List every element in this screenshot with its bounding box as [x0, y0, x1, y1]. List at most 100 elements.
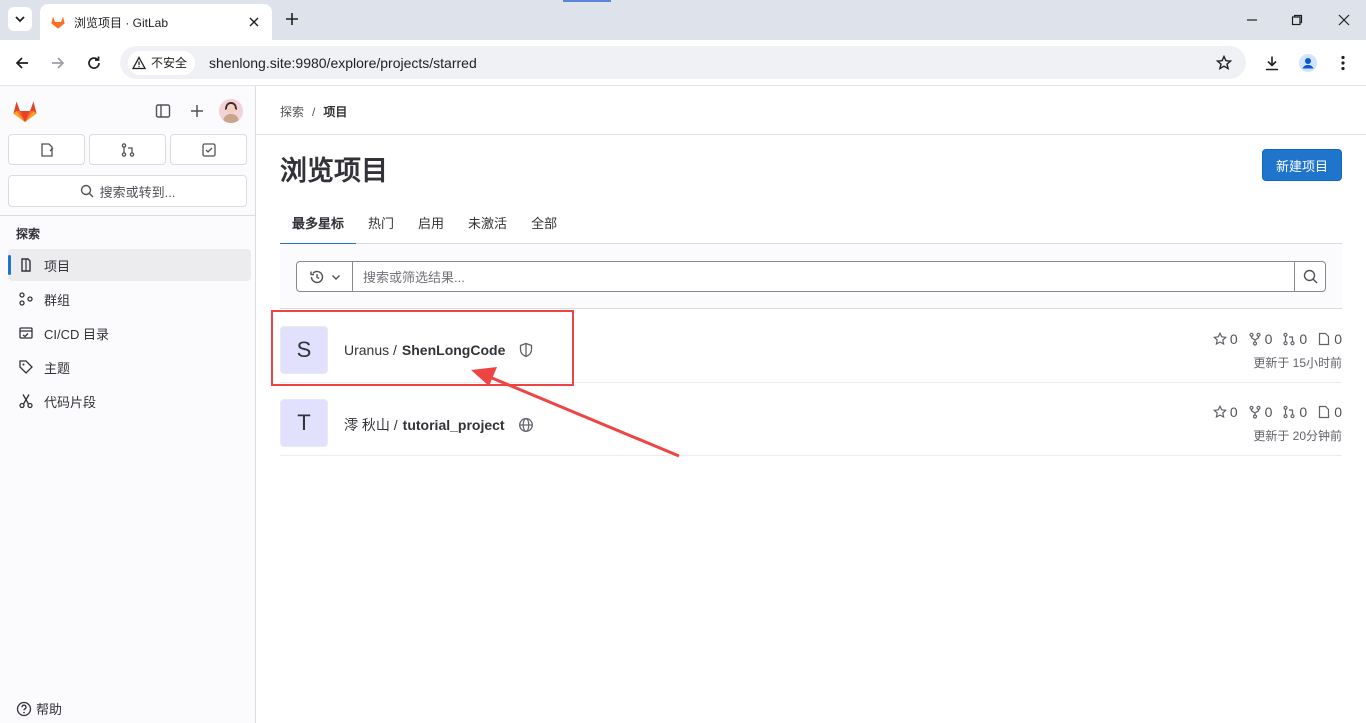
tab-title: 浏览项目 · GitLab: [74, 15, 169, 30]
search-icon: [80, 184, 94, 198]
sidebar-item-projects[interactable]: 项目: [8, 249, 251, 281]
back-button[interactable]: [12, 53, 32, 73]
url-text[interactable]: shenlong.site:9980/explore/projects/star…: [209, 55, 1216, 71]
tab-trending[interactable]: 热门: [356, 200, 406, 244]
issue-count[interactable]: 0: [1317, 404, 1342, 420]
close-tab-button[interactable]: [246, 14, 262, 30]
security-label: 不安全: [151, 56, 188, 70]
project-icon: [17, 257, 35, 273]
page-title: 浏览项目: [280, 156, 388, 186]
new-tab-button[interactable]: [282, 9, 302, 29]
star-count[interactable]: 0: [1212, 331, 1238, 347]
sidebar-divider: [0, 215, 255, 216]
breadcrumb-projects[interactable]: 项目: [323, 103, 347, 120]
fork-count[interactable]: 0: [1248, 331, 1273, 347]
project-avatar[interactable]: T: [280, 399, 328, 447]
filter-bar: 搜索或筛选结果...: [280, 244, 1342, 309]
tab-all[interactable]: 全部: [519, 200, 569, 244]
breadcrumb-divider: [256, 134, 1366, 135]
sidebar-search-button[interactable]: 搜索或转到...: [8, 175, 247, 207]
search-input[interactable]: 搜索或筛选结果...: [353, 267, 1294, 286]
sidebar-item-label: 群组: [44, 292, 71, 308]
gitlab-logo[interactable]: [12, 98, 38, 124]
project-stats: 0 0 0 0: [1212, 404, 1342, 420]
recent-searches-button[interactable]: [297, 262, 353, 291]
fork-count-value: 0: [1264, 331, 1273, 347]
tab-inactive[interactable]: 未激活: [456, 200, 519, 244]
search-submit-button[interactable]: [1294, 262, 1325, 291]
sidebar-item-label: 代码片段: [44, 394, 97, 410]
profile-button[interactable]: [1298, 53, 1318, 73]
toggle-sidebar-button[interactable]: [154, 102, 172, 120]
merge-request-icon: [1283, 332, 1296, 346]
new-project-button[interactable]: 新建项目: [1262, 149, 1342, 181]
forward-button[interactable]: [48, 53, 68, 73]
breadcrumb-separator: /: [312, 104, 316, 119]
issues-icon: [40, 142, 53, 157]
arrow-left-icon: [15, 57, 28, 69]
breadcrumb-explore[interactable]: 探索: [280, 103, 304, 120]
todo-icon: [201, 142, 216, 157]
updated-time: 更新于 20分钟前: [1253, 429, 1342, 443]
reload-button[interactable]: [84, 53, 104, 73]
fork-count-value: 0: [1264, 404, 1273, 420]
project-name[interactable]: 澪 秋山 / tutorial_project: [344, 415, 534, 435]
star-icon: [1216, 54, 1232, 70]
browser-menu-button[interactable]: [1333, 53, 1353, 73]
merge-request-count[interactable]: 0: [1282, 404, 1307, 420]
project-namespace: 澪 秋山 /: [344, 417, 398, 433]
breadcrumb: 探索 / 项目: [280, 103, 347, 120]
gitlab-favicon-icon: [51, 16, 65, 29]
chevron-down-icon: [331, 274, 340, 280]
account-icon: [1299, 54, 1317, 72]
star-count[interactable]: 0: [1212, 404, 1238, 420]
sidebar: 搜索或转到... 探索 项目 群组 CI/CD 目录 主题 代码片段 帮助: [0, 86, 256, 723]
create-new-button[interactable]: [188, 102, 206, 120]
sidebar-toggle-icon: [155, 104, 171, 118]
tab-search-button[interactable]: [8, 7, 32, 31]
project-title[interactable]: tutorial_project: [403, 417, 505, 433]
bookmark-star-button[interactable]: [1216, 54, 1232, 71]
user-avatar[interactable]: [219, 99, 243, 123]
todos-button[interactable]: [170, 134, 247, 165]
browser-toolbar: 不安全 shenlong.site:9980/explore/projects/…: [0, 40, 1366, 86]
merge-request-count[interactable]: 0: [1282, 331, 1307, 347]
address-bar[interactable]: 不安全 shenlong.site:9980/explore/projects/…: [120, 46, 1246, 79]
minimize-icon: [1247, 19, 1257, 21]
star-count-value: 0: [1229, 331, 1238, 347]
sidebar-item-groups[interactable]: 群组: [8, 283, 251, 315]
project-row[interactable]: T 澪 秋山 / tutorial_project 0 0 0 0 更新于 20…: [280, 383, 1342, 456]
warning-icon: [132, 55, 146, 69]
more-vertical-icon: [1341, 55, 1345, 71]
help-label: 帮助: [36, 702, 63, 717]
label-icon: [17, 359, 35, 375]
chevron-down-icon: [15, 16, 25, 23]
sidebar-item-catalog[interactable]: CI/CD 目录: [8, 317, 251, 349]
fork-count[interactable]: 0: [1248, 404, 1273, 420]
tab-most-starred[interactable]: 最多星标: [280, 200, 357, 245]
merge-request-icon: [1283, 405, 1296, 419]
sidebar-item-topics[interactable]: 主题: [8, 351, 251, 383]
help-button[interactable]: 帮助: [16, 699, 62, 718]
assigned-issues-button[interactable]: [8, 134, 85, 165]
minimize-button[interactable]: [1242, 10, 1262, 30]
restore-button[interactable]: [1287, 10, 1307, 30]
search-icon: [1303, 269, 1317, 284]
browser-tab-bar: 浏览项目 · GitLab: [0, 0, 1366, 40]
issue-count[interactable]: 0: [1317, 331, 1342, 347]
close-window-button[interactable]: [1334, 10, 1354, 30]
gitlab-logo-icon: [13, 101, 37, 122]
site-security-chip[interactable]: 不安全: [128, 50, 196, 75]
merge-request-icon: [121, 142, 134, 157]
tab-active[interactable]: 启用: [406, 200, 456, 244]
globe-icon: [518, 417, 534, 433]
merge-request-count-value: 0: [1299, 331, 1308, 347]
merge-requests-button[interactable]: [89, 134, 166, 165]
user-avatar-image: [219, 99, 243, 123]
sidebar-item-snippets[interactable]: 代码片段: [8, 385, 251, 417]
annotation-highlight-box: [271, 310, 574, 386]
plus-icon: [286, 13, 298, 25]
browser-tab[interactable]: 浏览项目 · GitLab: [40, 4, 272, 40]
sidebar-section-title: 探索: [16, 227, 41, 241]
downloads-button[interactable]: [1262, 53, 1282, 73]
